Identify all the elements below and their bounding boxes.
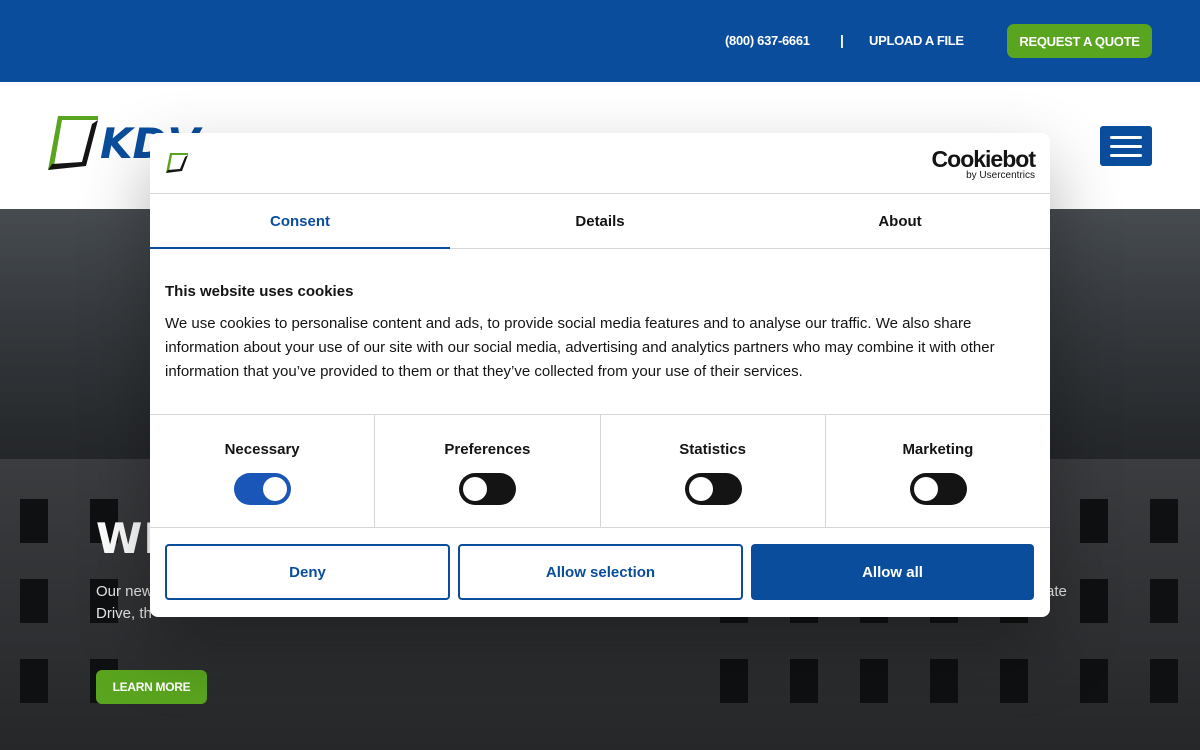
building-window xyxy=(790,659,818,703)
category-statistics: Statistics xyxy=(601,415,826,527)
dialog-body: We use cookies to personalise content an… xyxy=(165,315,995,380)
menu-toggle-button[interactable] xyxy=(1100,126,1152,166)
allow-all-button[interactable]: Allow all xyxy=(751,544,1034,600)
hero-text-start: Our new xyxy=(96,583,153,600)
dialog-title: This website uses cookies xyxy=(165,283,354,300)
category-preferences: Preferences xyxy=(375,415,601,527)
building-window xyxy=(1000,659,1028,703)
top-bar: (800) 637-6661 | UPLOAD A FILE REQUEST A… xyxy=(0,0,1200,82)
tab-about[interactable]: About xyxy=(750,194,1050,248)
phone-link[interactable]: (800) 637-6661 xyxy=(725,33,810,48)
building-window xyxy=(1080,499,1108,543)
building-window xyxy=(860,659,888,703)
building-window xyxy=(930,659,958,703)
category-label: Necessary xyxy=(224,441,300,458)
toggle-knob xyxy=(688,477,713,501)
building-window xyxy=(720,659,748,703)
tab-consent[interactable]: Consent xyxy=(150,194,450,249)
building-window xyxy=(1150,499,1178,543)
cookiebot-logo[interactable]: Cookiebot by Usercentrics xyxy=(931,146,1036,181)
cookiebot-name: Cookiebot xyxy=(931,146,1036,172)
request-quote-button[interactable]: REQUEST A QUOTE xyxy=(1007,24,1152,58)
allow-selection-button[interactable]: Allow selection xyxy=(458,544,743,600)
upload-file-link[interactable]: UPLOAD A FILE xyxy=(869,33,964,48)
hamburger-icon xyxy=(1110,135,1142,139)
hero-text-line2: Drive, th xyxy=(96,605,152,622)
building-window xyxy=(1080,659,1108,703)
category-label: Marketing xyxy=(902,441,974,458)
statistics-toggle[interactable] xyxy=(684,473,742,505)
building-window xyxy=(20,659,48,703)
topbar-separator: | xyxy=(840,32,844,48)
cookie-categories: Necessary Preferences Statistics Marketi… xyxy=(150,414,1050,528)
consent-tabs: Consent Details About xyxy=(150,193,1050,249)
building-window xyxy=(1150,659,1178,703)
category-necessary: Necessary xyxy=(150,415,376,527)
preferences-toggle[interactable] xyxy=(459,473,517,505)
site-logo-icon xyxy=(166,153,188,173)
category-marketing: Marketing xyxy=(826,415,1050,527)
category-label: Statistics xyxy=(679,441,746,458)
deny-button[interactable]: Deny xyxy=(165,544,450,600)
cookie-consent-dialog: Cookiebot by Usercentrics Consent Detail… xyxy=(150,133,1050,617)
necessary-toggle[interactable] xyxy=(234,473,292,505)
learn-more-button[interactable]: LEARN MORE xyxy=(96,670,207,704)
tab-details[interactable]: Details xyxy=(450,194,750,248)
building-window xyxy=(1150,579,1178,623)
building-window xyxy=(20,499,48,543)
toggle-knob xyxy=(463,477,488,501)
toggle-knob xyxy=(913,477,938,501)
toggle-knob xyxy=(263,477,288,501)
category-label: Preferences xyxy=(444,441,531,458)
building-window xyxy=(20,579,48,623)
marketing-toggle[interactable] xyxy=(909,473,967,505)
building-window xyxy=(1080,579,1108,623)
